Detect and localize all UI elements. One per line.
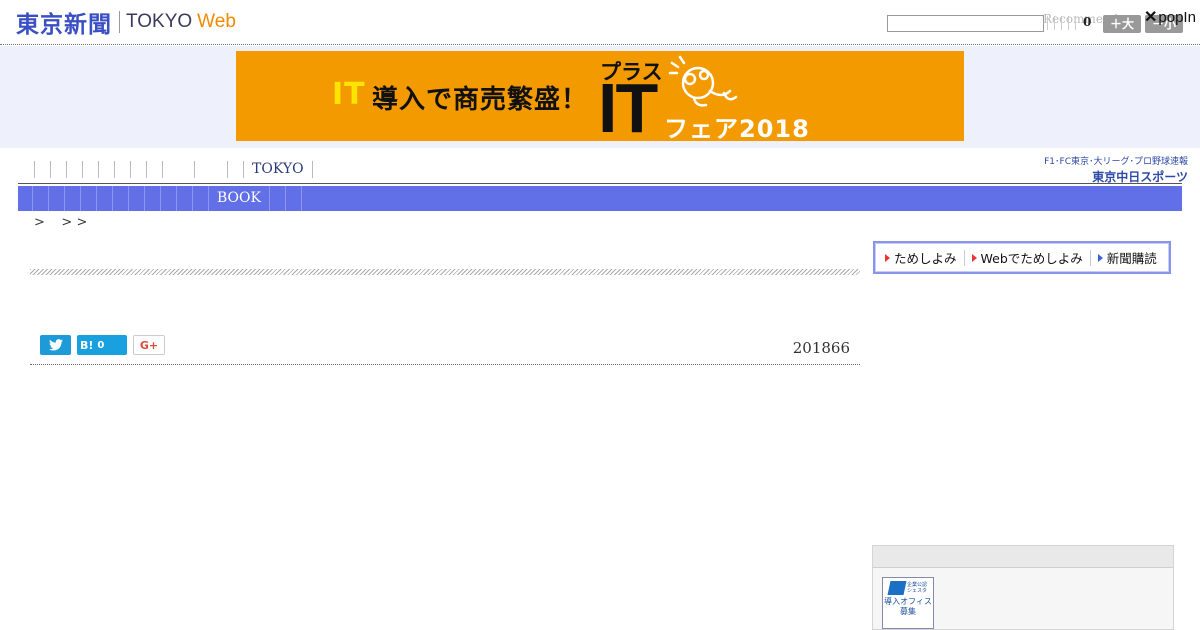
search-input[interactable] xyxy=(887,15,1044,32)
section-nav: BOOK xyxy=(18,186,1182,211)
nav-item-tokyo[interactable]: TOKYO xyxy=(244,161,312,178)
banner-it-big: IT xyxy=(598,69,658,141)
share-buttons: B! 0 G+ xyxy=(40,335,165,355)
logo-tokyo-text: TOKYO xyxy=(126,11,193,32)
hatena-label: B! xyxy=(80,338,94,352)
web-trial-label: Webでためしよみ xyxy=(980,251,1083,266)
section-nav-items: BOOK xyxy=(18,186,302,211)
chunichi-sports-link[interactable]: F1･FC東京･大リーグ･プロ野球速報 東京中日スポーツ xyxy=(1028,154,1188,185)
siesta-logo-icon xyxy=(887,581,907,595)
popin-close-button[interactable]: ✕ popIn xyxy=(1144,7,1196,27)
font-size-bigger-button[interactable]: ＋大 xyxy=(1103,15,1141,33)
subscribe-label: 新聞購読 xyxy=(1106,251,1157,266)
twitter-share-button[interactable] xyxy=(40,335,71,355)
sidebar-box-header xyxy=(873,546,1173,568)
banner-it-small: IT xyxy=(332,77,366,112)
subscription-bar: ためしよみ Webでためしよみ 新聞購読 xyxy=(873,241,1171,274)
logo-divider xyxy=(119,11,120,33)
google-plus-button[interactable]: G+ xyxy=(133,335,165,355)
trial-reading-link[interactable]: ためしよみ xyxy=(885,248,957,267)
siesta-ad-text: 導入オフィス 募集 xyxy=(884,597,932,616)
article-title-rule xyxy=(30,269,860,275)
mascot-icon xyxy=(668,55,738,107)
breadcrumb[interactable]: > > > xyxy=(34,215,87,230)
hatena-bookmark-button[interactable]: B! 0 xyxy=(77,335,127,355)
category-nav-items: TOKYO xyxy=(34,160,313,178)
siesta-ad[interactable]: 企業公認 シェスタ 導入オフィス 募集 xyxy=(882,577,934,629)
share-count: 0 xyxy=(1083,15,1092,29)
recommend-bars xyxy=(1047,16,1076,30)
category-nav: TOKYO F1･FC東京･大リーグ･プロ野球速報 東京中日スポーツ xyxy=(18,154,1188,184)
subscribe-arrow-icon xyxy=(1097,253,1103,262)
chunichi-tagline: F1･FC東京･大リーグ･プロ野球速報 xyxy=(1044,157,1188,167)
siesta-ad-mini: 企業公認 シェスタ xyxy=(906,582,927,594)
article-date-rule xyxy=(30,364,860,365)
chunichi-logo: 東京中日スポーツ xyxy=(1092,170,1188,184)
twitter-icon xyxy=(48,339,63,351)
subscribe-arrow-icon xyxy=(885,253,890,262)
trial-reading-label: ためしよみ xyxy=(894,251,957,266)
web-trial-link[interactable]: Webでためしよみ xyxy=(971,248,1083,267)
subscribe-arrow-icon xyxy=(971,253,977,262)
article-date: 201866 xyxy=(792,339,850,357)
popin-label: popIn xyxy=(1158,8,1196,26)
logo-tokyo-shimbun: 東京新聞 xyxy=(16,12,112,38)
sidebar-box: 企業公認 シェスタ 導入オフィス 募集 xyxy=(872,545,1174,630)
subscribe-link[interactable]: 新聞購読 xyxy=(1097,248,1157,267)
ad-banner[interactable]: IT 導入で商売繁盛！ プラス IT フェア2018 xyxy=(236,51,964,141)
banner-headline: 導入で商売繁盛！ xyxy=(372,85,589,115)
nav-item-book[interactable]: BOOK xyxy=(209,186,269,211)
site-header: 東京新聞 TOKYO Web Recommend 0 ＋大 －小 ✕ popIn xyxy=(0,0,1200,45)
popin-close-icon: ✕ xyxy=(1144,9,1158,26)
hatena-count: 0 xyxy=(97,339,105,351)
logo-web-text: Web xyxy=(197,11,236,32)
site-logo[interactable]: 東京新聞 TOKYO Web xyxy=(16,8,236,38)
